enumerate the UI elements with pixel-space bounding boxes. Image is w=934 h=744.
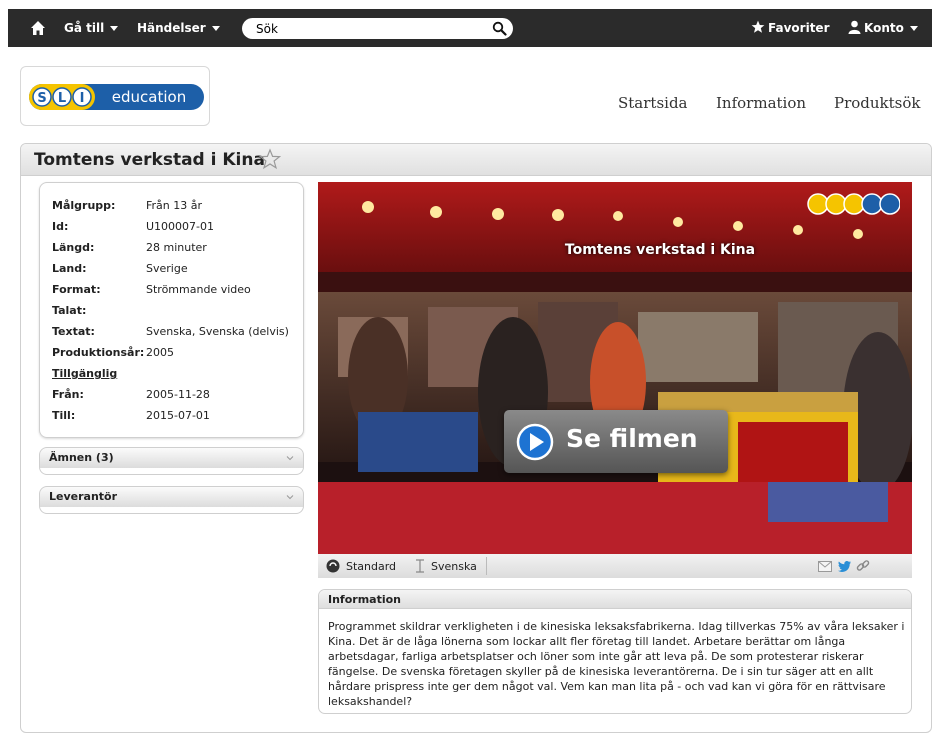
account-label: Konto: [864, 21, 904, 35]
program-title-bar: Tomtens verkstad i Kina: [21, 144, 931, 176]
meta-value: 2005-11-28: [146, 388, 210, 401]
meta-key: Till:: [52, 409, 76, 422]
goto-menu[interactable]: Gå till: [64, 9, 119, 47]
play-movie-label: Se filmen: [566, 424, 698, 453]
favorites-label: Favoriter: [768, 21, 830, 35]
sli-se-watermark: [807, 193, 900, 215]
availability-heading: Tillgänglig: [52, 367, 118, 380]
video-toolbar: Standard Svenska: [318, 554, 912, 578]
meta-value: Strömmande video: [146, 283, 251, 296]
meta-value: 2015-07-01: [146, 409, 210, 422]
program-panel: Tomtens verkstad i Kina Målgrupp: Från 13…: [20, 143, 932, 733]
meta-value: U100007-01: [146, 220, 215, 233]
events-menu[interactable]: Händelser: [137, 9, 220, 47]
quality-selector[interactable]: Standard: [346, 560, 396, 573]
program-metadata-box: Målgrupp: Från 13 år Id: U100007-01 Längd:…: [39, 182, 304, 438]
chevron-down-icon: [211, 26, 220, 31]
site-header-logo-box: S L I education: [20, 66, 210, 126]
logo-letter: I: [80, 91, 85, 106]
play-icon: [516, 423, 554, 461]
goto-menu-label: Gå till: [64, 21, 105, 35]
video-player[interactable]: Tomtens verkstad i Kina Se filmen: [318, 182, 912, 554]
top-navigation-bar: Gå till Händelser Favoriter Konto: [8, 9, 932, 47]
twitter-icon[interactable]: [838, 561, 851, 572]
chevron-down-icon: [286, 456, 294, 461]
star-outline-icon[interactable]: [259, 148, 281, 170]
play-movie-button[interactable]: Se filmen: [504, 410, 728, 473]
star-icon: [751, 20, 765, 33]
chevron-down-icon: [110, 26, 119, 31]
meta-value: 28 minuter: [146, 241, 207, 254]
meta-key: Från:: [52, 388, 84, 401]
chevron-down-icon: [909, 26, 918, 31]
logo-letter: L: [58, 91, 66, 106]
subtitle-icon: [416, 559, 424, 573]
logo-word: education: [112, 88, 186, 106]
meta-value: 2005: [146, 346, 174, 359]
meta-key: Produktionsår:: [52, 346, 145, 359]
user-icon: [848, 20, 861, 34]
video-overlay-title: Tomtens verkstad i Kina: [564, 242, 756, 258]
accordion-supplier[interactable]: Leverantör: [39, 486, 304, 514]
favorites-link[interactable]: Favoriter: [751, 9, 829, 47]
meta-value: Sverige: [146, 262, 188, 275]
meta-key: Id:: [52, 220, 69, 233]
events-menu-label: Händelser: [137, 21, 206, 35]
meta-key: Talat:: [52, 304, 87, 317]
nav-link-produktsok[interactable]: Produktsök: [834, 94, 921, 112]
meta-key: Land:: [52, 262, 87, 275]
meta-key: Längd:: [52, 241, 95, 254]
video-still-image: [318, 182, 912, 554]
subtitle-selector[interactable]: Svenska: [431, 560, 477, 573]
search-icon[interactable]: [492, 21, 507, 36]
search-input[interactable]: [256, 20, 476, 37]
chevron-down-icon: [286, 495, 294, 500]
quality-icon: [326, 559, 340, 573]
program-title: Tomtens verkstad i Kina: [34, 150, 265, 170]
accordion-subjects[interactable]: Ämnen (3): [39, 447, 304, 475]
search-box: [242, 18, 513, 39]
meta-value: Från 13 år: [146, 199, 203, 212]
home-icon[interactable]: [30, 20, 46, 36]
accordion-subjects-label: Ämnen (3): [49, 451, 114, 464]
account-menu[interactable]: Konto: [848, 9, 918, 47]
sli-education-logo[interactable]: S L I education: [29, 84, 204, 110]
link-icon[interactable]: [856, 559, 870, 573]
toolbar-divider: [486, 557, 487, 575]
meta-key: Textat:: [52, 325, 95, 338]
accordion-supplier-label: Leverantör: [49, 490, 118, 503]
email-icon[interactable]: [818, 561, 832, 572]
nav-link-information[interactable]: Information: [716, 94, 806, 112]
information-box: Information Programmet skildrar verkligh…: [318, 589, 912, 714]
logo-letter: S: [37, 91, 46, 106]
nav-link-startsida[interactable]: Startsida: [618, 94, 688, 112]
information-text: Programmet skildrar verkligheten i de ki…: [328, 620, 905, 708]
meta-key: Målgrupp:: [52, 199, 116, 212]
meta-value: Svenska, Svenska (delvis): [146, 325, 289, 338]
meta-key: Format:: [52, 283, 101, 296]
information-heading: Information: [319, 590, 911, 609]
